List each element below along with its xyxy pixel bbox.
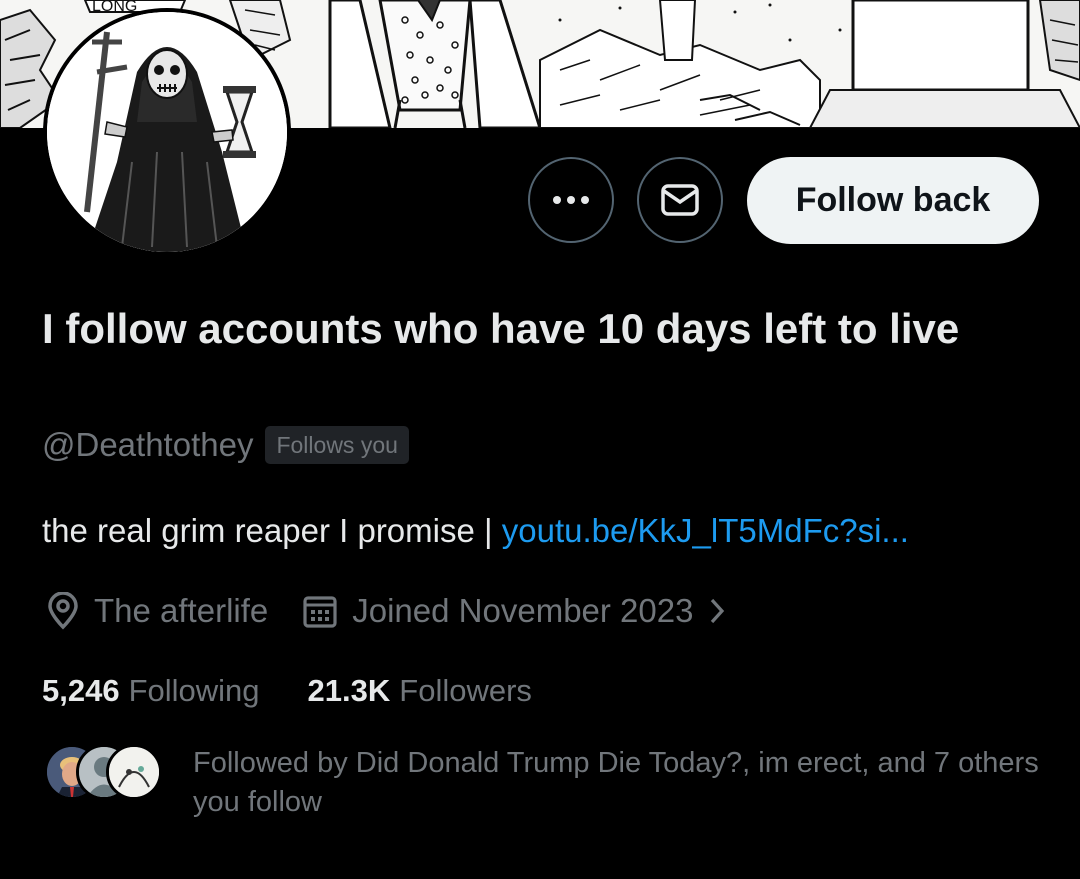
location-item: The afterlife (46, 592, 268, 630)
follow-stats: 5,246 Following 21.3K Followers (42, 670, 532, 712)
more-horizontal-icon (553, 196, 589, 204)
followed-by-text: Followed by Did Donald Trump Die Today?,… (193, 747, 1039, 818)
following-stat[interactable]: 5,246 Following (42, 673, 260, 709)
more-options-button[interactable] (528, 157, 614, 243)
message-button[interactable] (637, 157, 723, 243)
location-pin-icon (48, 592, 78, 630)
followers-label: Followers (399, 673, 532, 708)
joined-text: Joined November 2023 (352, 592, 694, 629)
location-text: The afterlife (94, 592, 269, 629)
follow-back-button[interactable]: Follow back (747, 157, 1039, 244)
chevron-right-icon (711, 598, 725, 624)
follower-avatar (106, 744, 162, 800)
followers-stat[interactable]: 21.3K Followers (308, 673, 532, 709)
envelope-icon (661, 184, 699, 216)
followers-count: 21.3K (307, 673, 391, 708)
handle-row: @Deathtothey Follows you (42, 424, 409, 466)
profile-handle: @Deathtothey (42, 426, 254, 463)
calendar-icon (303, 596, 337, 628)
following-count: 5,246 (42, 673, 120, 708)
profile-display-name: I follow accounts who have 10 days left … (42, 305, 960, 352)
profile-meta: The afterlife Joined November 2023 (46, 588, 739, 634)
joined-item[interactable]: Joined November 2023 (302, 592, 739, 630)
followers-you-know-avatars (44, 744, 164, 802)
following-label: Following (128, 673, 260, 708)
grim-reaper-avatar-image (47, 12, 287, 252)
bio-text: the real grim reaper I promise | (42, 512, 502, 549)
follows-you-badge: Follows you (265, 426, 409, 464)
profile-bio: the real grim reaper I promise | youtu.b… (42, 512, 909, 550)
profile-avatar[interactable] (43, 8, 291, 256)
bio-link[interactable]: youtu.be/KkJ_lT5MdFc?si... (502, 512, 909, 549)
